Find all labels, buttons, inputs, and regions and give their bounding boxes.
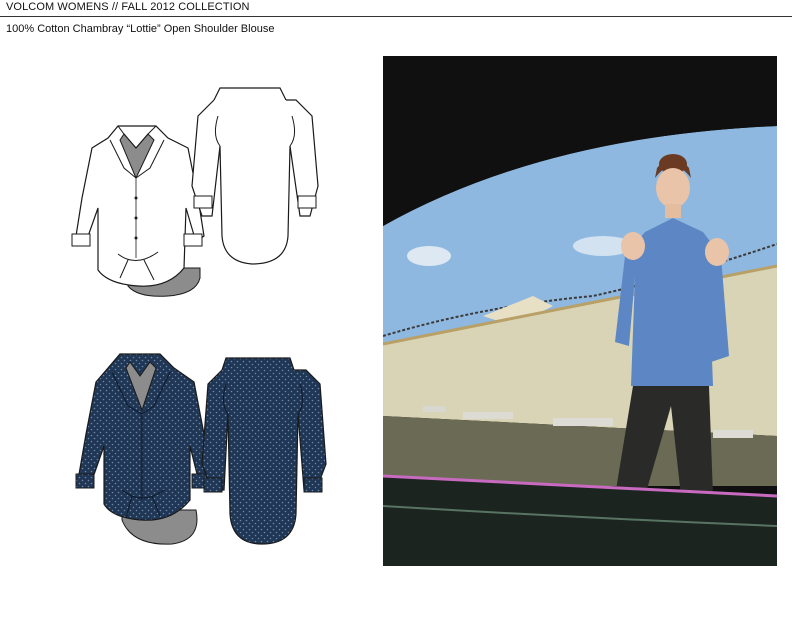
product-name: 100% Cotton Chambray “Lottie” Open Shoul… [6,23,275,35]
white-blouse-back-sketch [191,87,319,265]
white-blouse-front-sketch [71,125,205,297]
model-lookbook-photo [383,56,777,566]
page-header: VOLCOM WOMENS // FALL 2012 COLLECTION [0,0,792,17]
collection-title: VOLCOM WOMENS // FALL 2012 COLLECTION [6,1,250,13]
denim-blouse-back-sketch [201,357,327,545]
denim-blouse-front-sketch [75,353,213,545]
